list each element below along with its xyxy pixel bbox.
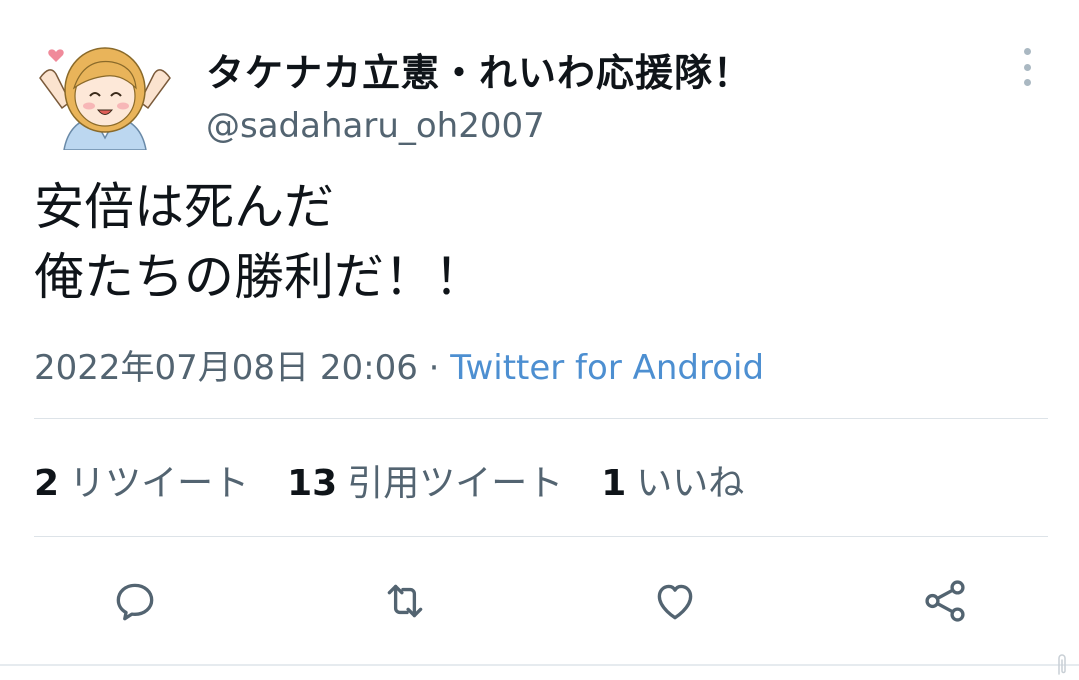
tweet-meta: 2022年07月08日 20:06 · Twitter for Android xyxy=(34,340,764,389)
tweet-text: 安倍は死んだ 俺たちの勝利だ！！ xyxy=(34,172,484,312)
display-name[interactable]: タケナカ立憲・れいわ応援隊！ xyxy=(206,42,752,97)
timestamp[interactable]: 2022年07月08日 20:06 xyxy=(34,348,418,388)
retweets-stat[interactable]: 2 リツイート xyxy=(34,454,249,506)
bottom-border xyxy=(0,664,1079,666)
reply-button[interactable] xyxy=(110,576,160,626)
meta-separator: · xyxy=(428,348,440,388)
likes-stat[interactable]: 1 いいね xyxy=(601,454,744,506)
paperclip-icon xyxy=(1052,652,1072,676)
source-link[interactable]: Twitter for Android xyxy=(450,348,764,388)
divider-top xyxy=(34,418,1048,419)
avatar-illustration xyxy=(39,47,171,151)
likes-label: いいね xyxy=(636,463,745,504)
retweets-count: 2 xyxy=(34,463,60,504)
quotes-count: 13 xyxy=(287,463,338,504)
share-icon xyxy=(925,580,965,622)
more-vertical-icon[interactable] xyxy=(1016,48,1038,86)
quotes-stat[interactable]: 13 引用ツイート xyxy=(287,454,563,506)
tweet-text-line-2: 俺たちの勝利だ！！ xyxy=(34,248,484,306)
retweets-label: リツイート xyxy=(69,463,250,504)
avatar[interactable] xyxy=(34,38,176,151)
tweet-text-line-1: 安倍は死んだ xyxy=(34,178,334,236)
retweet-button[interactable] xyxy=(380,576,430,626)
share-button[interactable] xyxy=(920,576,970,626)
likes-count: 1 xyxy=(601,463,627,504)
engagement-stats: 2 リツイート 13 引用ツイート 1 いいね xyxy=(34,454,782,506)
reply-icon xyxy=(116,583,154,621)
like-button[interactable] xyxy=(650,576,700,626)
retweet-icon xyxy=(387,584,423,618)
quotes-label: 引用ツイート xyxy=(347,463,564,504)
divider-bottom xyxy=(34,536,1048,537)
heart-icon xyxy=(657,584,693,620)
user-handle[interactable]: @sadaharu_oh2007 xyxy=(206,106,545,146)
